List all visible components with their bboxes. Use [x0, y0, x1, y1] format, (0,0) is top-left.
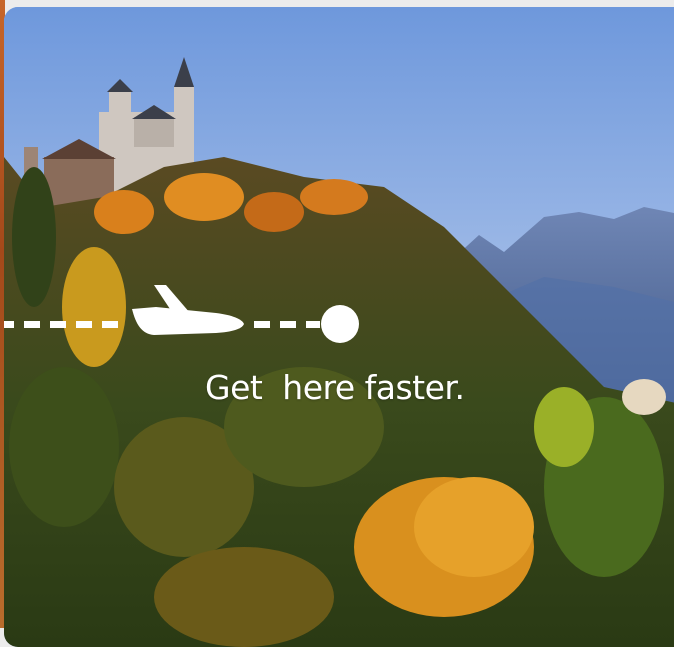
promo-card[interactable] [4, 7, 674, 647]
castle-autumn-photo [4, 7, 674, 647]
tagline: Get here faster. [205, 368, 465, 407]
destination-dot-icon [321, 305, 359, 343]
